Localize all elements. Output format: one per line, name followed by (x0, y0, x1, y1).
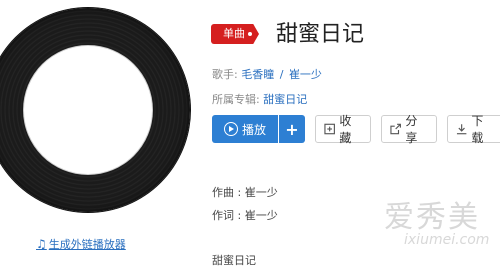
download-button[interactable]: 下载 (447, 114, 500, 145)
plus-icon: + (285, 119, 299, 139)
single-tag: 单曲 (211, 24, 259, 44)
play-label: 播放 (241, 122, 266, 137)
album-row: 所属专辑: 甜蜜日记 (212, 91, 307, 107)
album-disc (0, 8, 190, 228)
download-icon (456, 124, 467, 135)
collect-label: 收藏 (339, 114, 352, 145)
collect-button[interactable]: 收藏 (315, 114, 371, 145)
share-label: 分享 (405, 114, 418, 145)
singer-row: 歌手: 毛香瞳 / 崔一少 (212, 66, 322, 82)
disc-center-label (24, 46, 152, 174)
vinyl-record (0, 8, 190, 212)
collect-icon (324, 123, 335, 135)
singer-link-1[interactable]: 毛香瞳 (241, 68, 274, 81)
external-link-label: 生成外链播放器 (48, 238, 126, 251)
add-to-playlist-button[interactable]: + (279, 115, 305, 143)
action-buttons: 播放 + 收藏 分享 下载 (212, 114, 500, 145)
watermark-cn: 爱秀美 (384, 200, 480, 235)
play-button[interactable]: 播放 (212, 115, 278, 143)
share-icon (390, 123, 401, 135)
play-button-group: 播放 + (212, 115, 305, 143)
watermark-en: ixiumei.com (404, 232, 490, 248)
lyricist-credit: 作词 : 崔一少 (212, 209, 278, 222)
tag-dot-icon (248, 32, 252, 36)
download-label: 下载 (471, 114, 484, 145)
lyric-preview: 甜蜜日记 (212, 254, 256, 267)
album-label: 所属专辑: (212, 93, 260, 106)
music-note-icon: ♫ (36, 237, 47, 251)
single-tag-label: 单曲 (223, 27, 245, 40)
song-title: 甜蜜日记 (276, 22, 365, 47)
composer-credit: 作曲 : 崔一少 (212, 186, 278, 199)
share-button[interactable]: 分享 (381, 114, 437, 145)
singer-link-2[interactable]: 崔一少 (289, 68, 322, 81)
album-link[interactable]: 甜蜜日记 (263, 93, 307, 106)
singer-label: 歌手: (212, 68, 238, 81)
play-circle-icon (223, 122, 238, 136)
singer-separator: / (279, 68, 284, 81)
generate-external-player-link[interactable]: ♫ 生成外链播放器 (36, 236, 126, 252)
